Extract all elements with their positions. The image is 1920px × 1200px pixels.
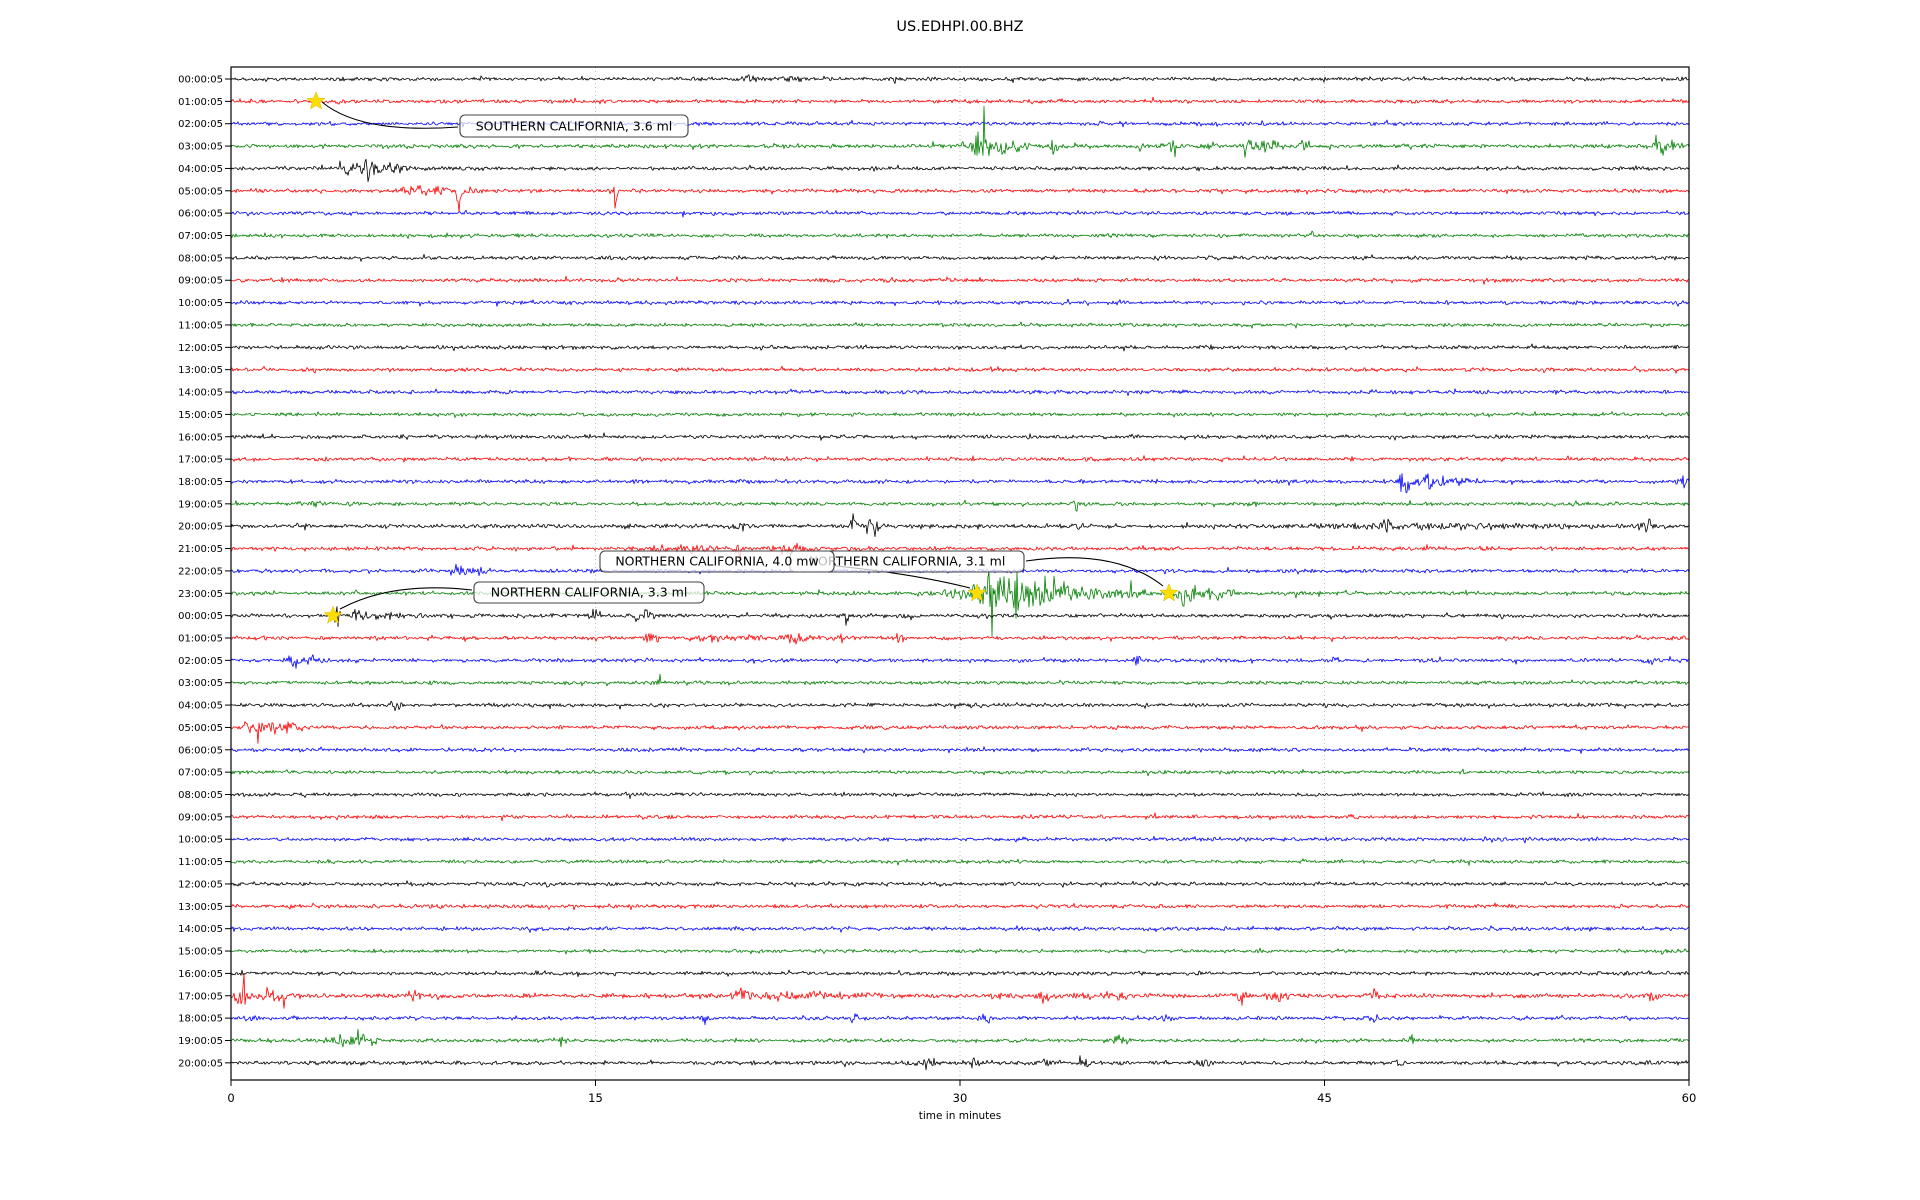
trace-row bbox=[231, 880, 1689, 888]
row-label: 17:00:05 bbox=[178, 455, 223, 466]
row-label: 02:00:05 bbox=[178, 656, 223, 667]
row-label: 15:00:05 bbox=[178, 410, 223, 421]
row-label: 18:00:05 bbox=[178, 1014, 223, 1025]
x-tick-label: 45 bbox=[1317, 1091, 1332, 1105]
trace-row bbox=[231, 632, 1689, 645]
row-label: 10:00:05 bbox=[178, 298, 223, 309]
trace-row bbox=[231, 388, 1689, 397]
row-label: 01:00:05 bbox=[178, 634, 223, 645]
trace-row bbox=[231, 768, 1689, 777]
row-label: 08:00:05 bbox=[178, 253, 223, 264]
x-tick-label: 0 bbox=[227, 1091, 234, 1105]
trace-row bbox=[231, 74, 1689, 84]
row-label: 16:00:05 bbox=[178, 432, 223, 443]
trace-row bbox=[231, 654, 1689, 669]
trace-row bbox=[231, 185, 1689, 213]
trace-row bbox=[231, 298, 1689, 307]
trace-row bbox=[231, 230, 1689, 239]
event-connector bbox=[339, 587, 473, 610]
row-label: 23:00:05 bbox=[178, 589, 223, 600]
row-label: 06:00:05 bbox=[178, 209, 223, 220]
trace-row bbox=[231, 455, 1689, 463]
row-label: 00:00:05 bbox=[178, 611, 223, 622]
event-label: NORTHERN CALIFORNIA, 3.1 ml bbox=[809, 554, 1006, 569]
row-label: 18:00:05 bbox=[178, 477, 223, 488]
row-label: 19:00:05 bbox=[178, 499, 223, 510]
trace-row bbox=[231, 835, 1689, 844]
row-label: 05:00:05 bbox=[178, 186, 223, 197]
trace-row bbox=[231, 513, 1689, 537]
row-label: 17:00:05 bbox=[178, 991, 223, 1002]
event-label: NORTHERN CALIFORNIA, 3.3 ml bbox=[491, 585, 688, 600]
plot-title: US.EDHPI.00.BHZ bbox=[896, 19, 1023, 35]
row-label: 04:00:05 bbox=[178, 701, 223, 712]
x-axis-label: time in minutes bbox=[919, 1110, 1001, 1122]
trace-row bbox=[231, 158, 1689, 182]
seismogram-figure: 0 15 30 45 60 00:00:05 01:00:05 02:00:05 03:00:0… bbox=[0, 0, 1920, 1200]
row-label: 09:00:05 bbox=[178, 276, 223, 287]
row-label: 20:00:05 bbox=[178, 1058, 223, 1069]
row-label: 06:00:05 bbox=[178, 745, 223, 756]
row-label: 20:00:05 bbox=[178, 522, 223, 533]
trace-row bbox=[231, 119, 1689, 128]
event-label: NORTHERN CALIFORNIA, 4.0 mw bbox=[615, 554, 818, 569]
axes-layer: 0 15 30 45 60 00:00:05 01:00:05 02:00:05 03:00:0… bbox=[178, 66, 1697, 1105]
row-label: 09:00:05 bbox=[178, 812, 223, 823]
row-label: 12:00:05 bbox=[178, 879, 223, 890]
row-label: 01:00:05 bbox=[178, 97, 223, 108]
row-label: 03:00:05 bbox=[178, 678, 223, 689]
row-label: 08:00:05 bbox=[178, 790, 223, 801]
event-label: SOUTHERN CALIFORNIA, 3.6 ml bbox=[476, 119, 673, 134]
row-label: 05:00:05 bbox=[178, 723, 223, 734]
trace-row bbox=[231, 343, 1689, 352]
x-tick-label: 60 bbox=[1682, 1091, 1697, 1105]
row-label: 15:00:05 bbox=[178, 947, 223, 958]
row-label: 07:00:05 bbox=[178, 768, 223, 779]
row-label: 22:00:05 bbox=[178, 566, 223, 577]
x-tick-label: 30 bbox=[953, 1091, 968, 1105]
row-label: 11:00:05 bbox=[178, 857, 223, 868]
trace-row bbox=[231, 721, 1689, 744]
trace-row bbox=[231, 700, 1689, 712]
row-label: 10:00:05 bbox=[178, 835, 223, 846]
row-label: 21:00:05 bbox=[178, 544, 223, 555]
row-label: 04:00:05 bbox=[178, 164, 223, 175]
events-layer: SOUTHERN CALIFORNIA, 3.6 ml NORTHERN CALI… bbox=[306, 91, 1179, 624]
row-label: 03:00:05 bbox=[178, 142, 223, 153]
row-label: 12:00:05 bbox=[178, 343, 223, 354]
row-label: 14:00:05 bbox=[178, 388, 223, 399]
row-label: 14:00:05 bbox=[178, 924, 223, 935]
row-label: 13:00:05 bbox=[178, 902, 223, 913]
event-star-icon bbox=[306, 91, 326, 110]
row-label: 00:00:05 bbox=[178, 75, 223, 86]
row-label: 19:00:05 bbox=[178, 1036, 223, 1047]
event-star-icon bbox=[323, 605, 343, 624]
row-label: 02:00:05 bbox=[178, 119, 223, 130]
row-label: 16:00:05 bbox=[178, 969, 223, 980]
x-tick-label: 15 bbox=[588, 1091, 603, 1105]
trace-row bbox=[231, 411, 1689, 418]
row-label: 11:00:05 bbox=[178, 320, 223, 331]
row-label: 07:00:05 bbox=[178, 231, 223, 242]
trace-row bbox=[231, 499, 1689, 512]
helicorder-plot: 0 15 30 45 60 00:00:05 01:00:05 02:00:05 03:00:0… bbox=[178, 19, 1697, 1122]
row-label: 13:00:05 bbox=[178, 365, 223, 376]
